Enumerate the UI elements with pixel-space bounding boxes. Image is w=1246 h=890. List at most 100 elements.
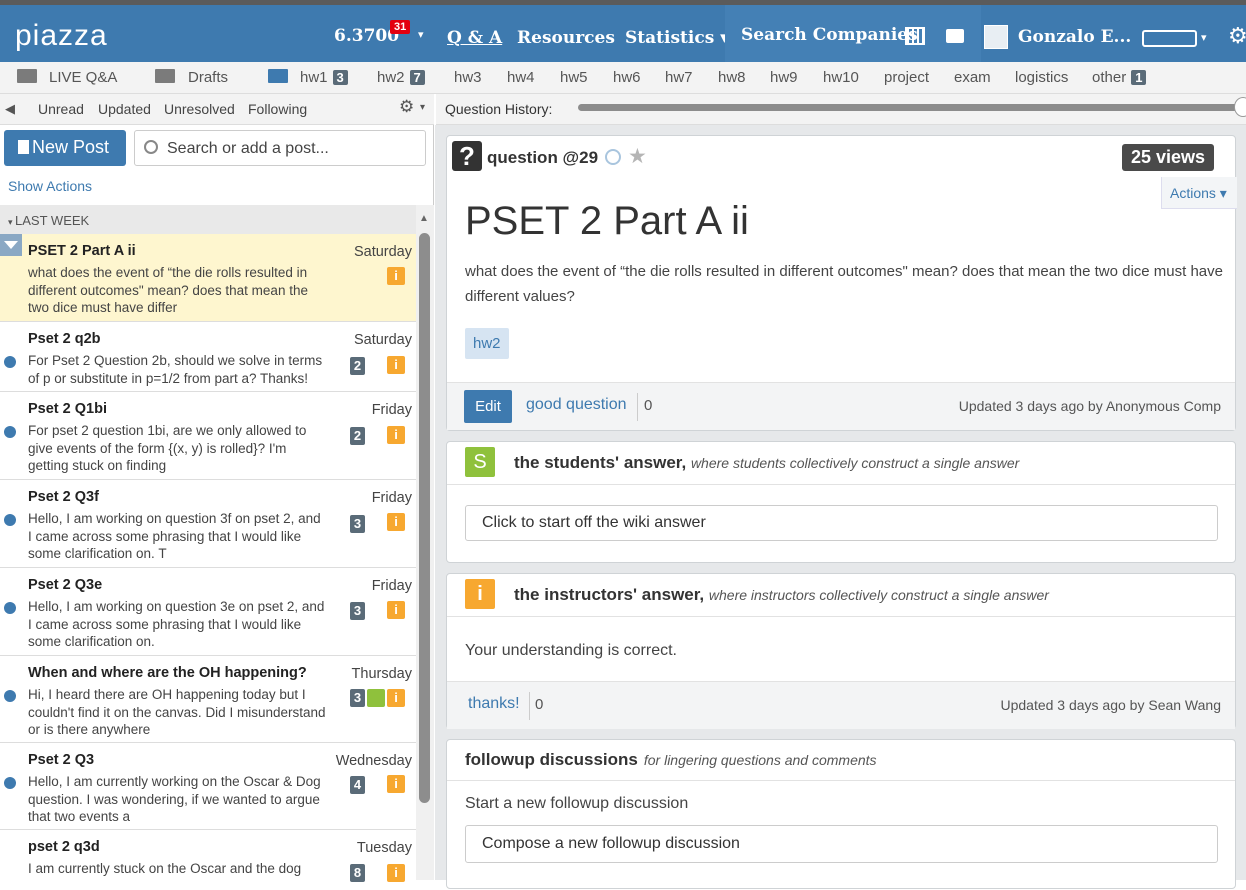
page-title: PSET 2 Part A ii	[465, 199, 749, 243]
wiki-answer-input[interactable]: Click to start off the wiki answer	[465, 505, 1218, 541]
chevron-down-icon[interactable]: ▾	[1201, 31, 1207, 44]
link-icon[interactable]	[605, 149, 621, 165]
post-date: Friday	[371, 490, 412, 506]
new-post-button[interactable]: New Post	[4, 130, 126, 166]
folder-hw2[interactable]: hw2 7	[377, 69, 425, 86]
edit-button[interactable]: Edit	[464, 390, 512, 423]
list-item[interactable]: Pset 2 Q1bi Friday For pset 2 question 1…	[0, 392, 416, 480]
folder-project[interactable]: project	[884, 69, 929, 86]
nav-statistics[interactable]: Statistics ▾	[625, 28, 729, 48]
star-icon[interactable]: ★	[628, 144, 647, 169]
history-slider-handle[interactable]	[1234, 97, 1246, 117]
gear-icon[interactable]: ⚙	[399, 97, 414, 117]
main-content: ? question @29 ★ 25 views Actions ▾ PSET…	[435, 125, 1246, 889]
chevron-down-icon[interactable]: ▾	[420, 102, 425, 113]
folder-hw10[interactable]: hw10	[823, 69, 859, 86]
followup-count: 2	[350, 357, 365, 375]
question-icon: ?	[452, 141, 482, 171]
instructors-answer-card: i the instructors' answer, where instruc…	[446, 573, 1236, 729]
filter-following[interactable]: Following	[248, 101, 307, 117]
updated-info: Updated 3 days ago by Anonymous Comp	[958, 398, 1221, 414]
post-date: Friday	[371, 578, 412, 594]
folder-hw7[interactable]: hw7	[665, 69, 693, 86]
post-title: pset 2 q3d	[28, 839, 100, 855]
actions-dropdown[interactable]: Actions ▾	[1161, 177, 1237, 209]
course-selector[interactable]: 6.3700 31 ▾	[334, 20, 424, 46]
post-title: Pset 2 Q3f	[28, 489, 99, 505]
post-date: Wednesday	[335, 753, 412, 769]
good-question-button[interactable]: good question	[526, 396, 627, 414]
folder-hw6[interactable]: hw6	[613, 69, 641, 86]
search-input[interactable]: Search or add a post...	[134, 130, 426, 166]
unread-dot-icon	[4, 690, 16, 702]
list-item[interactable]: pset 2 q3d Tuesday I am currently stuck …	[0, 830, 416, 890]
section-header-last-week[interactable]: ▾ LAST WEEK	[0, 205, 416, 234]
instructor-answer-icon: i	[387, 426, 405, 444]
filter-unresolved[interactable]: Unresolved	[164, 101, 235, 117]
scrollbar-thumb[interactable]	[419, 233, 430, 803]
search-icon	[144, 140, 158, 154]
heading-title: the instructors' answer,	[514, 585, 705, 604]
folder-label: hw2	[377, 69, 405, 86]
user-name[interactable]: Gonzalo E...	[1018, 27, 1131, 47]
list-item[interactable]: Pset 2 q2b Saturday For Pset 2 Question …	[0, 322, 416, 392]
students-icon: S	[465, 447, 495, 477]
folder-count: 1	[1131, 70, 1147, 85]
scroll-up-icon[interactable]: ▲	[419, 213, 429, 224]
status-toggle[interactable]	[1142, 30, 1197, 47]
gear-icon[interactable]: ⚙	[1228, 23, 1246, 49]
followup-count: 4	[350, 776, 365, 794]
show-actions-link[interactable]: Show Actions	[8, 178, 92, 194]
post-title: Pset 2 q2b	[28, 331, 101, 347]
tag-hw2[interactable]: hw2	[465, 328, 509, 359]
selected-indicator-icon	[0, 234, 22, 256]
post-date: Saturday	[353, 332, 412, 348]
folder-other[interactable]: other 1	[1092, 69, 1147, 86]
post-feed: New Post Search or add a post... Show Ac…	[0, 125, 434, 890]
instructor-answer-icon: i	[387, 864, 405, 882]
calendar-icon[interactable]	[905, 27, 925, 45]
folder-count: 7	[409, 70, 425, 85]
notification-badge: 31	[390, 20, 411, 34]
piazza-logo[interactable]: piazza	[15, 19, 108, 53]
list-item[interactable]: Pset 2 Q3f Friday Hello, I am working on…	[0, 480, 416, 568]
filter-unread[interactable]: Unread	[38, 101, 84, 117]
folder-hw1[interactable]: hw1 3	[300, 69, 348, 86]
list-item[interactable]: When and where are the OH happening? Thu…	[0, 656, 416, 743]
folder-logistics[interactable]: logistics	[1015, 69, 1068, 86]
nav-qa[interactable]: Q & A	[447, 28, 502, 48]
divider	[447, 780, 1235, 781]
folder-exam[interactable]: exam	[954, 69, 991, 86]
heading-subtitle: where instructors collectively construct…	[708, 587, 1049, 603]
folder-drafts[interactable]: Drafts	[188, 69, 228, 86]
list-item[interactable]: Pset 2 Q3 Wednesday Hello, I am currentl…	[0, 743, 416, 830]
followup-card: followup discussions for lingering questi…	[446, 739, 1236, 889]
folder-hw8[interactable]: hw8	[718, 69, 746, 86]
divider	[447, 484, 1235, 485]
filter-bar: ◀ Unread Updated Unresolved Following ⚙ …	[0, 94, 434, 125]
instructor-answer-text: Your understanding is correct.	[465, 642, 677, 659]
post-date: Saturday	[353, 244, 412, 260]
history-slider[interactable]	[578, 104, 1238, 111]
folder-live-qa[interactable]: LIVE Q&A	[49, 69, 117, 86]
search-companies-button[interactable]: Search Companies	[725, 5, 981, 62]
followup-count: 2	[350, 427, 365, 445]
folder-hw5[interactable]: hw5	[560, 69, 588, 86]
chevron-down-icon[interactable]: ▾	[418, 28, 424, 41]
list-item[interactable]: Pset 2 Q3e Friday Hello, I am working on…	[0, 568, 416, 656]
collapse-arrow-icon[interactable]: ◀	[5, 101, 15, 117]
folder-count: 3	[332, 70, 348, 85]
list-item[interactable]: PSET 2 Part A ii Saturday what does the …	[0, 234, 416, 322]
post-snippet: what does the event of “the die rolls re…	[28, 265, 308, 315]
chat-icon[interactable]	[946, 29, 964, 43]
search-placeholder: Search or add a post...	[167, 140, 329, 157]
filter-updated[interactable]: Updated	[98, 101, 151, 117]
folder-hw3[interactable]: hw3	[454, 69, 482, 86]
avatar[interactable]	[984, 25, 1008, 49]
folder-hw4[interactable]: hw4	[507, 69, 535, 86]
compose-followup-input[interactable]: Compose a new followup discussion	[465, 825, 1218, 863]
nav-resources[interactable]: Resources	[517, 28, 615, 48]
thanks-button[interactable]: thanks!	[468, 695, 520, 713]
post-snippet: For Pset 2 Question 2b, should we solve …	[28, 353, 323, 386]
folder-hw9[interactable]: hw9	[770, 69, 798, 86]
